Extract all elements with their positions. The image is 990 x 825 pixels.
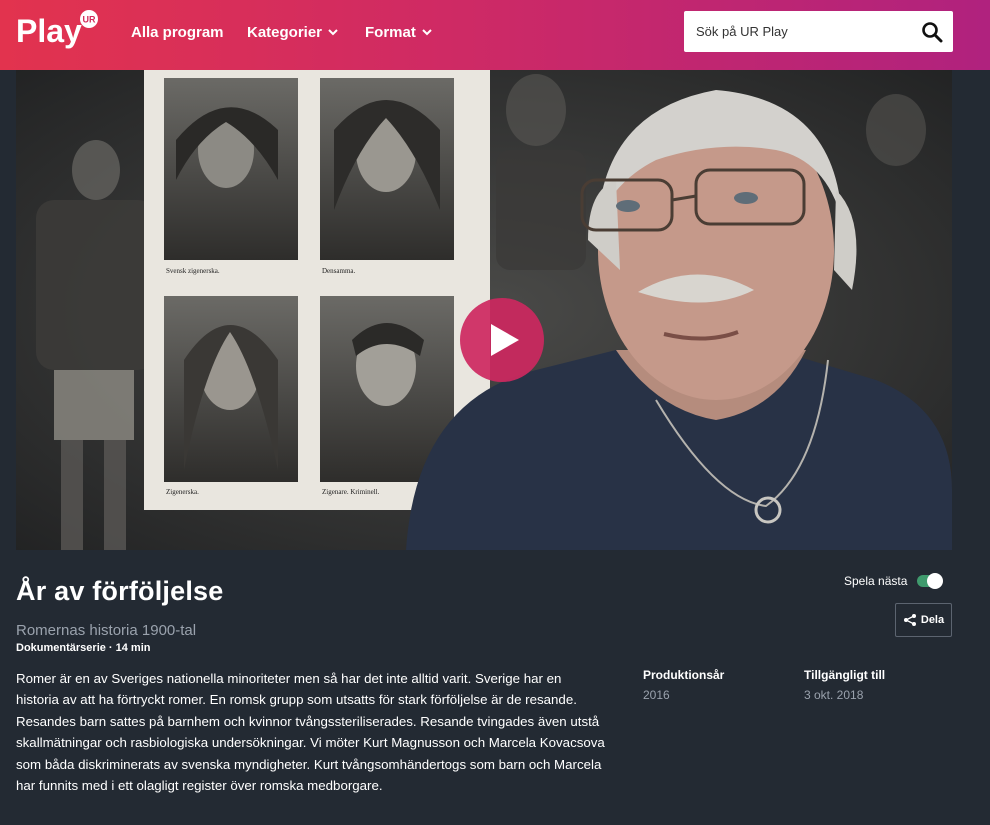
search-input[interactable] [684,11,909,52]
chevron-down-icon [328,28,338,35]
nav-all-programs-label: Alla program [131,23,224,41]
share-button[interactable]: Dela [895,603,952,637]
available-until-label: Tillgängligt till [804,668,886,682]
play-button[interactable] [460,298,544,382]
nav-all-programs[interactable]: Alla program [131,22,224,42]
series-link[interactable]: Romernas historia 1900-tal [16,622,196,639]
share-icon [903,614,916,626]
svg-text:UR: UR [83,15,96,25]
chevron-down-icon [422,28,432,35]
nav-categories[interactable]: Kategorier [247,22,338,42]
site-header: Play UR Alla program Kategorier Format [0,0,990,70]
production-year-label: Produktionsår [643,668,725,682]
nav-format-label: Format [365,23,416,41]
play-icon [491,324,519,356]
nav-format[interactable]: Format [365,22,432,42]
page-title: År av förföljelse [16,576,224,606]
search-icon[interactable] [921,21,943,43]
svg-text:Play: Play [16,13,82,49]
production-year-value: 2016 [643,688,670,702]
svg-text:Zigenare. Kriminell.: Zigenare. Kriminell. [322,488,380,496]
svg-text:Svensk zigenerska.: Svensk zigenerska. [166,267,220,275]
autoplay-toggle[interactable]: Spela nästa [844,573,944,589]
ur-play-logo[interactable]: Play UR [16,10,100,54]
search-box [684,11,953,52]
video-player[interactable]: Svensk zigenerska. Densamma. Zigenerska.… [16,70,952,550]
available-until-value: 3 okt. 2018 [804,688,864,702]
autoplay-label: Spela nästa [844,574,908,588]
svg-text:Densamma.: Densamma. [322,267,355,275]
toggle-switch[interactable] [917,573,944,589]
nav-categories-label: Kategorier [247,23,323,41]
share-label: Dela [920,614,945,626]
toggle-knob [927,573,944,589]
program-description: Romer är en av Sveriges nationella minor… [16,671,605,794]
svg-text:Zigenerska.: Zigenerska. [166,488,199,496]
program-meta: Dokumentärserie · 14 min [16,642,151,654]
